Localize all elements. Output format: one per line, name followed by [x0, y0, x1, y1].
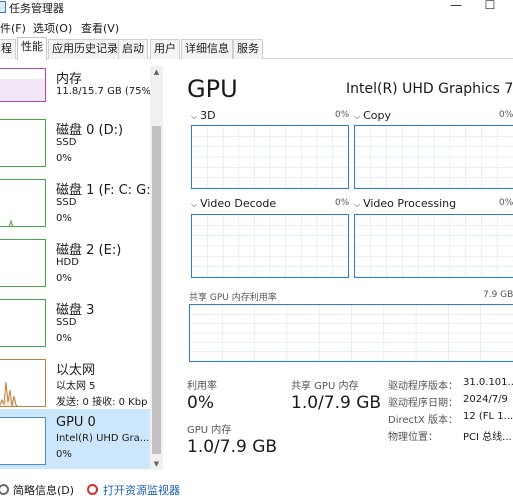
sidebar-item-ethernet[interactable]: 以太网 以太网 5 发送: 0 接收: 0 Kbp	[0, 357, 150, 417]
tab-startup[interactable]: 启动	[118, 39, 148, 59]
engine-video-decode-percent: 0%	[335, 198, 350, 208]
collapse-up-icon[interactable]	[0, 484, 9, 495]
sidebar-item-type: SSD	[56, 137, 77, 148]
tab-bar: 程 性能 应用历史记录 启动 用户 详细信息 服务	[0, 37, 513, 60]
engine-selector-video-decode[interactable]: ⌵ Video Decode	[191, 197, 276, 210]
sidebar-item-name: 磁盘 3	[56, 303, 95, 318]
sidebar-item-name: 磁盘 0 (D:)	[56, 123, 124, 138]
maximize-button[interactable]: ☐	[480, 0, 500, 14]
shared-memory-value: 1.0/7.9 GB	[291, 393, 382, 413]
sidebar-item-type: HDD	[56, 257, 79, 268]
disk-thumbnail-graph	[0, 299, 46, 347]
gpu-memory-value: 1.0/7.9 GB	[187, 437, 278, 457]
disk-thumbnail-graph	[0, 179, 46, 227]
scroll-up-arrow-icon[interactable]: ▲	[150, 66, 163, 78]
ethernet-thumbnail-graph	[0, 359, 46, 407]
page-title: GPU	[187, 75, 238, 103]
menu-file[interactable]: 件(F)	[0, 20, 26, 36]
tab-services[interactable]: 服务	[233, 39, 263, 59]
menu-bar: 件(F) 选项(O) 查看(V)	[0, 18, 513, 36]
gpu-detail-panel: GPU Intel(R) UHD Graphics 730 ⌵ 3D 0% ⌵ Co…	[163, 59, 513, 470]
sidebar-item-disk-3[interactable]: 磁盘 3 SSD 0%	[0, 297, 150, 357]
scroll-down-arrow-icon[interactable]: ▼	[150, 458, 163, 470]
utilization-value: 0%	[187, 393, 214, 413]
sidebar-item-usage: 0%	[56, 449, 72, 460]
sidebar-item-throughput: 发送: 0 接收: 0 Kbp	[56, 397, 148, 408]
sidebar-scrollbar[interactable]: ▲ ▼	[150, 66, 163, 470]
engine-selector-copy[interactable]: ⌵ Copy	[354, 109, 391, 122]
chevron-down-icon: ⌵	[354, 112, 361, 121]
sidebar-item-type: SSD	[56, 317, 77, 328]
engine-graph-copy	[354, 125, 513, 189]
engine-3d-percent: 0%	[335, 110, 350, 120]
chevron-down-icon: ⌵	[191, 112, 198, 121]
directx-version-value: 12 (FL 1...	[463, 411, 513, 422]
engine-graph-video-decode	[191, 214, 349, 278]
memory-thumbnail-graph	[0, 68, 46, 102]
tab-details[interactable]: 详细信息	[181, 39, 233, 59]
driver-version-value: 31.0.101...	[463, 377, 513, 388]
shared-memory-graph-label: 共享 GPU 内存利用率	[189, 293, 277, 303]
disk-thumbnail-graph	[0, 239, 46, 287]
status-footer: 简略信息(D) 打开资源监视器	[0, 478, 513, 500]
sidebar-item-name: GPU 0	[56, 415, 96, 430]
resource-monitor-icon	[87, 484, 98, 495]
sidebar-item-adapter: 以太网 5	[56, 381, 96, 392]
task-manager-icon	[0, 1, 6, 13]
open-resource-monitor-link[interactable]: 打开资源监视器	[103, 482, 180, 498]
engine-selector-3d[interactable]: ⌵ 3D	[191, 109, 216, 122]
title-bar: 任务管理器 — ☐	[0, 0, 513, 16]
engine-graph-video-processing	[354, 214, 513, 278]
sidebar-item-usage: 0%	[56, 273, 72, 284]
shared-memory-graph	[189, 304, 513, 362]
engine-selector-video-processing[interactable]: ⌵ Video Processing	[354, 197, 456, 210]
menu-options[interactable]: 选项(O)	[33, 20, 72, 36]
minimize-button[interactable]: —	[446, 0, 466, 14]
engine-graph-3d	[191, 125, 349, 189]
tab-performance[interactable]: 性能	[17, 37, 47, 60]
physical-location-value: PCI 总线...	[463, 432, 512, 443]
sidebar-item-usage: 0%	[56, 153, 72, 164]
sidebar-item-name: 磁盘 2 (E:)	[56, 243, 122, 258]
resource-list: 内存 11.8/15.7 GB (75%) 磁盘 0 (D:) SSD 0% 磁…	[0, 66, 150, 470]
sidebar-item-name: 磁盘 1 (F: C: G:	[56, 183, 150, 198]
driver-date-label: 驱动程序日期：	[388, 398, 458, 409]
directx-version-label: DirectX 版本：	[388, 415, 458, 426]
sidebar-item-detail: 11.8/15.7 GB (75%)	[56, 86, 150, 97]
shared-memory-graph-max: 7.9 GB	[483, 290, 513, 300]
shared-memory-label: 共享 GPU 内存	[291, 381, 359, 392]
sidebar-item-name: 以太网	[56, 363, 96, 378]
physical-location-label: 物理位置：	[388, 432, 438, 443]
engine-video-processing-percent: 0%	[499, 198, 513, 208]
sidebar-item-disk-2[interactable]: 磁盘 2 (E:) HDD 0%	[0, 237, 150, 297]
tab-app-history[interactable]: 应用历史记录	[48, 39, 122, 59]
sidebar-item-gpu-0[interactable]: GPU 0 Intel(R) UHD Gra... 0%	[0, 409, 150, 469]
chevron-down-icon: ⌵	[191, 200, 198, 209]
sidebar-item-type: SSD	[56, 197, 77, 208]
tab-processes[interactable]: 程	[0, 39, 16, 59]
sidebar-item-name: 内存	[56, 72, 83, 87]
sidebar-item-model: Intel(R) UHD Gra...	[56, 433, 150, 444]
gpu-thumbnail-graph	[0, 417, 46, 465]
menu-view[interactable]: 查看(V)	[81, 20, 119, 36]
engine-copy-percent: 0%	[499, 110, 513, 120]
utilization-label: 利用率	[187, 381, 217, 392]
driver-version-label: 驱动程序版本：	[388, 381, 458, 392]
window-title: 任务管理器	[9, 2, 64, 15]
fewer-details-link[interactable]: 简略信息(D)	[13, 482, 74, 498]
driver-date-value: 2024/7/9	[463, 394, 508, 405]
disk-thumbnail-graph	[0, 119, 46, 167]
sidebar-item-disk-0[interactable]: 磁盘 0 (D:) SSD 0%	[0, 117, 150, 177]
gpu-model-name: Intel(R) UHD Graphics 730	[346, 81, 513, 97]
sidebar-item-usage: 0%	[56, 333, 72, 344]
scroll-thumb[interactable]	[152, 126, 161, 454]
sidebar-item-disk-1[interactable]: 磁盘 1 (F: C: G: SSD 0%	[0, 177, 150, 237]
gpu-memory-label: GPU 内存	[187, 425, 232, 436]
chevron-down-icon: ⌵	[354, 200, 361, 209]
tab-users[interactable]: 用户	[150, 39, 180, 59]
sidebar-item-usage: 0%	[56, 213, 72, 224]
